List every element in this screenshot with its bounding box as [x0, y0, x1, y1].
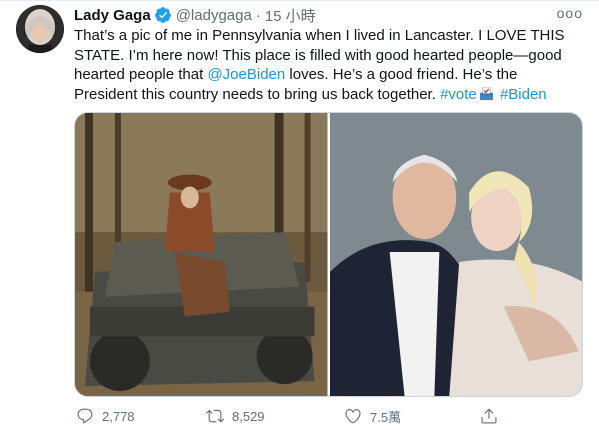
share-button[interactable]	[480, 407, 506, 425]
hashtag-vote-link[interactable]: #vote	[440, 86, 477, 103]
display-name[interactable]: Lady Gaga	[74, 7, 151, 24]
tweet-text-line-2: STATE. I’m here now! This place is fille…	[74, 46, 562, 64]
tweet-text-line-3: hearted people that @JoeBiden loves. He’…	[74, 65, 586, 85]
photo-with-biden[interactable]	[329, 113, 582, 396]
separator-dot: ·	[255, 6, 261, 24]
reply-icon	[77, 408, 93, 424]
heart-icon	[345, 409, 361, 424]
tweet-text: That’s a pic of me in Pennsylvania when …	[74, 26, 586, 104]
reply-button[interactable]: 2,778	[76, 407, 135, 425]
share-icon	[481, 408, 497, 424]
tweet: Lady Gaga @ladygaga · 15 小時 ooo That’s a…	[0, 0, 599, 430]
tweet-text-segment: President this country needs to bring us…	[74, 85, 441, 103]
hashtag-biden-link[interactable]: #Biden	[500, 86, 547, 103]
photo-woods-image	[75, 113, 328, 396]
reply-count: 2,778	[102, 408, 135, 424]
retweet-button[interactable]: 8,529	[206, 407, 265, 425]
timestamp[interactable]: 15 小時	[265, 5, 316, 26]
photo-utv-in-woods[interactable]	[75, 113, 328, 396]
tweet-actions: 2,778 8,529 7.5萬	[74, 405, 514, 427]
tweet-text-segment: loves. He’s a good friend. He’s the	[285, 66, 518, 84]
tweet-header: Lady Gaga @ladygaga · 15 小時 ooo	[74, 5, 583, 25]
ballot-box-icon	[479, 86, 493, 100]
tweet-text-line-1: That’s a pic of me in Pennsylvania when …	[74, 27, 565, 44]
retweet-icon	[206, 409, 224, 423]
retweet-count: 8,529	[232, 408, 265, 424]
handle[interactable]: @ladygaga	[176, 7, 252, 24]
like-count: 7.5萬	[370, 409, 402, 425]
mention-link[interactable]: @JoeBiden	[207, 66, 285, 83]
tweet-text-line-4: President this country needs to bring us…	[74, 85, 586, 105]
more-options-icon[interactable]: ooo	[557, 5, 583, 21]
photo-biden-gaga-image	[329, 113, 582, 396]
media-grid	[74, 112, 583, 397]
avatar[interactable]	[16, 5, 64, 53]
like-button[interactable]: 7.5萬	[344, 407, 401, 426]
avatar-image	[16, 5, 64, 53]
verified-badge-icon	[154, 7, 171, 23]
tweet-text-segment: hearted people that	[74, 66, 208, 84]
